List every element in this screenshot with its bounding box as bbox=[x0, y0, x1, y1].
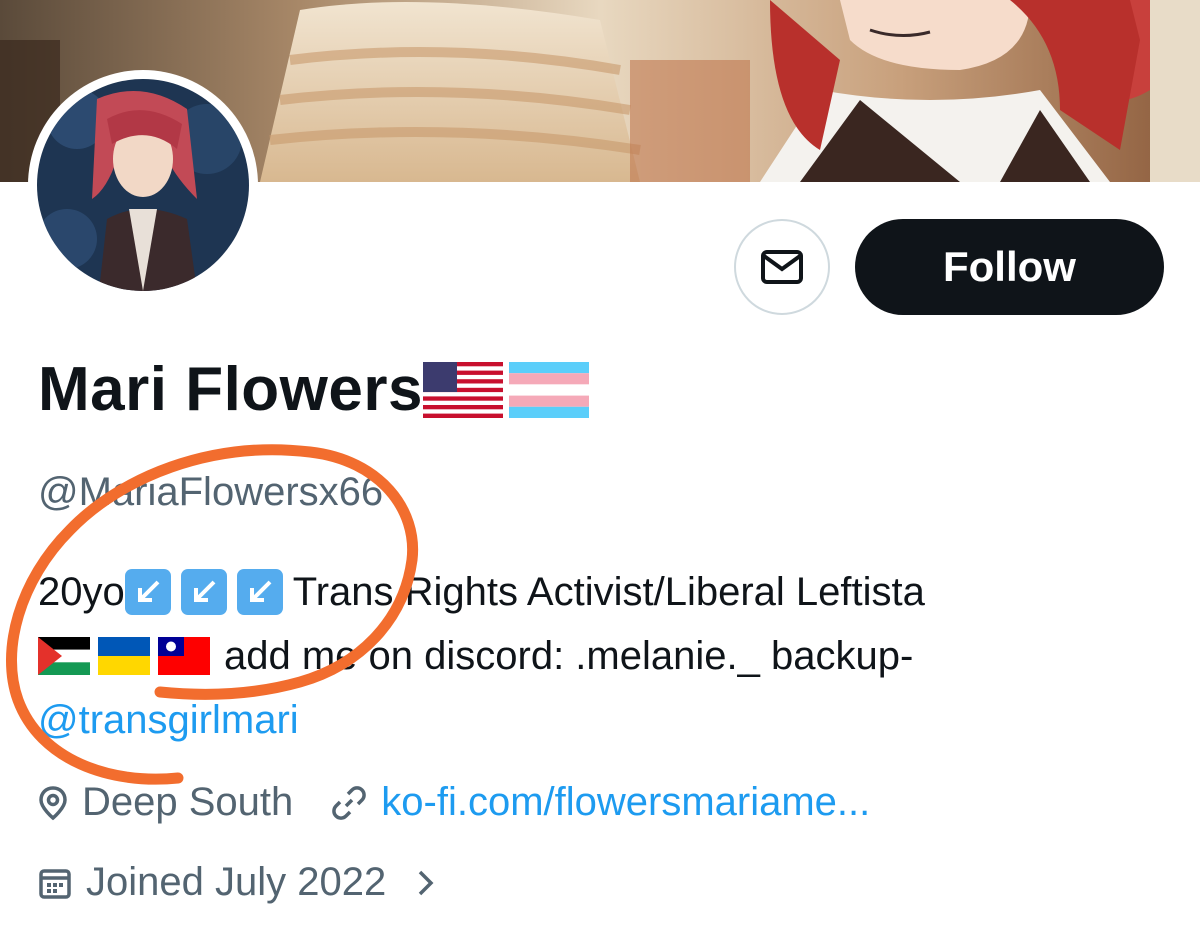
location-pin-icon bbox=[38, 785, 68, 821]
arrow-down-left-keycap-icon bbox=[124, 569, 171, 615]
bio: 20yo Trans Rights Activist/Liberal Lefti… bbox=[38, 560, 925, 752]
ukraine-flag-icon bbox=[98, 637, 150, 675]
bio-line-1: 20yo Trans Rights Activist/Liberal Lefti… bbox=[38, 560, 925, 624]
bio-line-3: @transgirlmari bbox=[38, 688, 925, 752]
calendar-icon bbox=[38, 866, 72, 900]
bio-age: 20yo bbox=[38, 570, 125, 614]
avatar[interactable] bbox=[28, 70, 258, 300]
avatar-image bbox=[37, 79, 249, 291]
palestine-flag-icon bbox=[38, 637, 90, 675]
display-name: Mari Flowers bbox=[38, 355, 423, 424]
website-link[interactable]: ko-fi.com/flowersmariame... bbox=[381, 780, 870, 825]
profile-meta-row: Deep South ko-fi.com/flowersmariame... bbox=[38, 780, 870, 825]
user-handle: @MariaFlowersx66 bbox=[38, 470, 384, 514]
arrow-down-left-keycap-icon bbox=[236, 569, 283, 615]
joined-row[interactable]: Joined July 2022 bbox=[38, 860, 450, 905]
joined-text: Joined July 2022 bbox=[86, 860, 387, 904]
trans-flag-icon bbox=[509, 361, 589, 418]
chevron-right-icon bbox=[416, 868, 436, 898]
arrow-down-left-keycap-icon bbox=[180, 569, 227, 615]
us-flag-icon bbox=[423, 361, 503, 418]
display-name-row: Mari Flowers bbox=[38, 354, 589, 425]
bio-line-2: add me on discord: .melanie._ backup- bbox=[38, 624, 925, 688]
bio-mention-link[interactable]: @transgirlmari bbox=[38, 688, 299, 752]
location-text: Deep South bbox=[82, 780, 294, 824]
taiwan-flag-icon bbox=[158, 637, 210, 675]
follow-button[interactable]: Follow bbox=[855, 219, 1164, 315]
bio-text-2: add me on discord: .melanie._ backup- bbox=[224, 634, 914, 678]
link-icon bbox=[331, 785, 367, 821]
bio-text-1: Trans Rights Activist/Liberal Leftista bbox=[292, 570, 925, 614]
message-button[interactable] bbox=[734, 219, 830, 315]
envelope-icon bbox=[761, 250, 803, 284]
